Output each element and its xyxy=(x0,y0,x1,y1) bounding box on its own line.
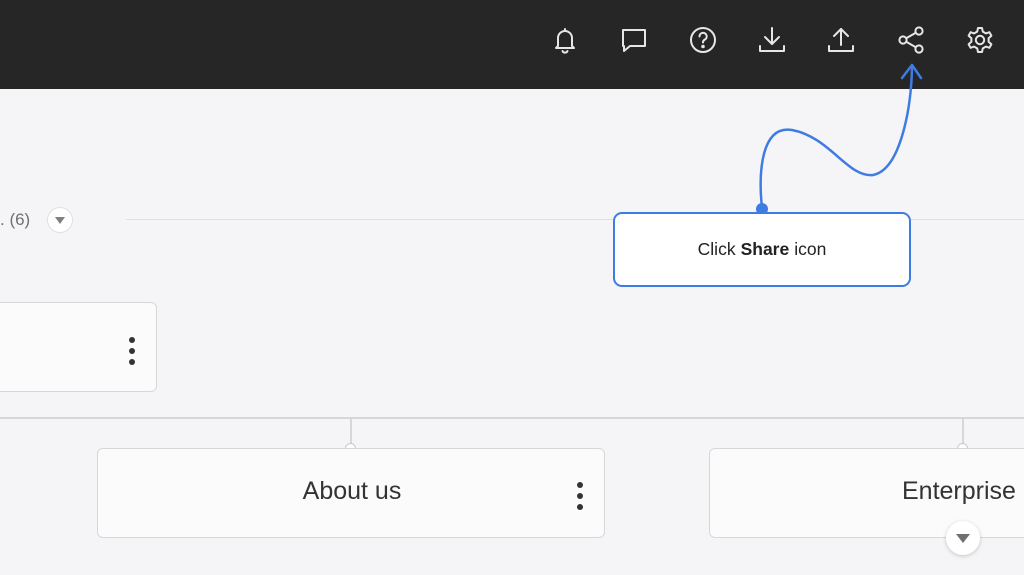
about-us-title: About us xyxy=(302,477,402,505)
parent-page-card[interactable] xyxy=(0,302,157,392)
settings-icon[interactable] xyxy=(961,21,999,59)
more-options-icon[interactable] xyxy=(573,482,587,510)
enterprise-title: Enterprise xyxy=(902,477,1016,505)
tree-connector-horizontal xyxy=(0,417,1024,419)
tree-connector-vertical xyxy=(962,419,964,445)
tooltip-callout: Click Share icon xyxy=(613,212,911,287)
callout-suffix: icon xyxy=(794,239,827,259)
about-us-page-card[interactable]: About us xyxy=(97,448,605,538)
section-collapse-toggle[interactable] xyxy=(47,207,73,233)
download-icon[interactable] xyxy=(753,21,791,59)
section-count-label: . (6) xyxy=(0,210,31,229)
bell-icon[interactable] xyxy=(546,21,584,59)
chat-icon[interactable] xyxy=(615,21,653,59)
upload-icon[interactable] xyxy=(822,21,860,59)
triangle-down-icon xyxy=(956,533,970,543)
help-icon[interactable] xyxy=(684,21,722,59)
enterprise-page-card[interactable]: Enterprise xyxy=(709,448,1024,538)
callout-emphasis: Share xyxy=(740,239,790,259)
tree-connector-vertical xyxy=(350,419,352,445)
share-icon[interactable] xyxy=(892,21,930,59)
triangle-down-icon xyxy=(55,216,65,224)
expand-children-button[interactable] xyxy=(946,521,980,555)
top-toolbar xyxy=(0,0,1024,89)
callout-prefix: Click xyxy=(697,239,736,259)
more-options-icon[interactable] xyxy=(125,337,139,365)
